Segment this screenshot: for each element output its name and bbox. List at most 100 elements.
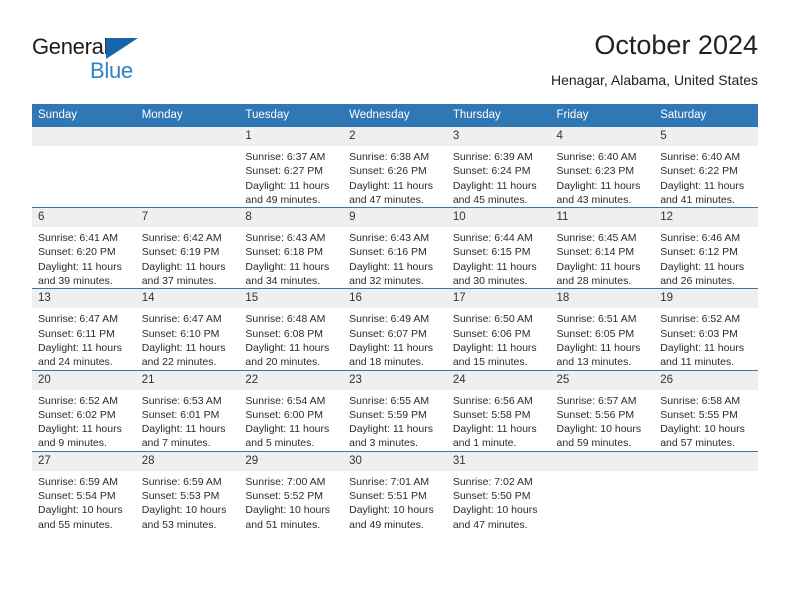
calendar-day-cell[interactable]: 16 Sunrise: 6:49 AM Sunset: 6:07 PM Dayligh… xyxy=(343,288,447,371)
sunrise-text: Sunrise: 6:37 AM xyxy=(245,151,326,163)
calendar-day-cell[interactable]: 19 Sunrise: 6:52 AM Sunset: 6:03 PM Dayligh… xyxy=(654,288,758,371)
calendar-day-cell[interactable]: 12 Sunrise: 6:46 AM Sunset: 6:12 PM Dayligh… xyxy=(654,207,758,289)
sunrise-text: Sunrise: 6:40 AM xyxy=(556,151,637,163)
daylight-text: Daylight: 10 hours and 53 minutes. xyxy=(141,504,227,531)
sunrise-text: Sunrise: 6:45 AM xyxy=(556,232,637,245)
calendar-day-cell[interactable]: 15 Sunrise: 6:48 AM Sunset: 6:08 PM Dayligh… xyxy=(239,288,344,371)
calendar-day-cell[interactable]: 6 Sunrise: 6:41 AM Sunset: 6:20 PM Daylight… xyxy=(32,207,136,289)
sunset-text: Sunset: 6:23 PM xyxy=(556,165,635,178)
calendar-page: General Blue October 2024 Henagar, Alaba… xyxy=(0,0,792,612)
sunset-text: Sunset: 6:02 PM xyxy=(38,408,116,421)
calendar-day-cell[interactable]: 25 Sunrise: 6:57 AM Sunset: 5:56 PM Dayligh… xyxy=(550,369,655,452)
calendar-day-cell[interactable]: 8 Sunrise: 6:43 AM Sunset: 6:18 PM Daylight… xyxy=(239,207,344,289)
sunset-text: Sunset: 6:05 PM xyxy=(556,327,635,340)
calendar-day-cell[interactable]: 7 Sunrise: 6:42 AM Sunset: 6:19 PM Daylight… xyxy=(135,207,240,289)
calendar-day-cell[interactable]: 24 Sunrise: 6:56 AM Sunset: 5:58 PM Dayligh… xyxy=(446,369,551,452)
calendar-day-cell-empty xyxy=(32,125,136,208)
day-number: 28 xyxy=(135,451,240,471)
logo-text-blue: Blue xyxy=(90,58,133,83)
day-number: 5 xyxy=(654,127,758,146)
day-details: Sunrise: 6:38 AM Sunset: 6:26 PM Daylight:… xyxy=(343,146,447,207)
sunrise-text: Sunrise: 6:50 AM xyxy=(452,313,533,326)
calendar-day-cell[interactable]: 5 Sunrise: 6:40 AM Sunset: 6:22 PM Daylight… xyxy=(654,125,758,208)
calendar-day-cell[interactable]: 18 Sunrise: 6:51 AM Sunset: 6:05 PM Dayligh… xyxy=(550,288,655,371)
calendar-day-cell[interactable]: 30 Sunrise: 7:01 AM Sunset: 5:51 PM Dayligh… xyxy=(343,450,447,532)
sunset-text: Sunset: 6:10 PM xyxy=(141,327,220,340)
calendar-day-cell[interactable]: 29 Sunrise: 7:00 AM Sunset: 5:52 PM Dayligh… xyxy=(239,450,344,532)
sunset-text: Sunset: 5:51 PM xyxy=(349,490,427,503)
page-subtitle: Henagar, Alabama, United States xyxy=(550,72,758,88)
daylight-text: Daylight: 11 hours and 18 minutes. xyxy=(349,341,433,369)
day-details: Sunrise: 6:40 AM Sunset: 6:23 PM Daylight:… xyxy=(551,146,655,207)
calendar-day-cell[interactable]: 20 Sunrise: 6:52 AM Sunset: 6:02 PM Dayligh… xyxy=(32,369,136,452)
calendar-day-cell[interactable]: 1 Sunrise: 6:37 AM Sunset: 6:27 PM Daylight… xyxy=(239,125,344,208)
sunset-text: Sunset: 5:53 PM xyxy=(141,490,220,503)
day-number: 18 xyxy=(550,289,655,309)
day-number: 31 xyxy=(446,451,551,471)
calendar-day-cell[interactable]: 23 Sunrise: 6:55 AM Sunset: 5:59 PM Dayligh… xyxy=(343,369,447,452)
daylight-text: Daylight: 10 hours and 49 minutes. xyxy=(349,504,434,531)
sunrise-text: Sunrise: 6:43 AM xyxy=(245,232,326,245)
sunrise-text: Sunrise: 6:47 AM xyxy=(141,313,222,326)
day-number xyxy=(550,451,655,471)
weekday-header-friday: Friday xyxy=(550,104,655,127)
sunset-text: Sunset: 6:14 PM xyxy=(556,246,635,259)
day-details: Sunrise: 6:42 AM Sunset: 6:19 PM Daylight:… xyxy=(136,227,240,288)
day-details: Sunrise: 6:59 AM Sunset: 5:54 PM Daylight:… xyxy=(32,471,136,532)
sunset-text: Sunset: 6:01 PM xyxy=(141,408,220,421)
day-details: Sunrise: 6:48 AM Sunset: 6:08 PM Daylight:… xyxy=(239,308,343,369)
calendar-day-cell[interactable]: 9 Sunrise: 6:43 AM Sunset: 6:16 PM Daylight… xyxy=(343,207,447,289)
day-details: Sunrise: 6:39 AM Sunset: 6:24 PM Daylight:… xyxy=(447,146,551,207)
day-details: Sunrise: 6:50 AM Sunset: 6:06 PM Daylight:… xyxy=(447,308,551,369)
sunset-text: Sunset: 6:19 PM xyxy=(141,246,220,259)
page-header: General Blue October 2024 Henagar, Alaba… xyxy=(32,28,758,96)
calendar-day-cell[interactable]: 22 Sunrise: 6:54 AM Sunset: 6:00 PM Dayligh… xyxy=(239,369,344,452)
calendar-day-cell[interactable]: 14 Sunrise: 6:47 AM Sunset: 6:10 PM Dayligh… xyxy=(135,288,240,371)
calendar-day-cell[interactable]: 27 Sunrise: 6:59 AM Sunset: 5:54 PM Dayligh… xyxy=(32,450,136,532)
day-details: Sunrise: 6:52 AM Sunset: 6:02 PM Daylight:… xyxy=(32,390,136,451)
calendar-day-cell[interactable]: 17 Sunrise: 6:50 AM Sunset: 6:06 PM Dayligh… xyxy=(446,288,551,371)
general-blue-logo[interactable]: General Blue xyxy=(32,34,252,90)
sunset-text: Sunset: 6:27 PM xyxy=(245,165,324,178)
sunset-text: Sunset: 6:20 PM xyxy=(38,246,116,259)
calendar-day-cell[interactable]: 3 Sunrise: 6:39 AM Sunset: 6:24 PM Daylight… xyxy=(446,125,551,208)
calendar-day-cell[interactable]: 2 Sunrise: 6:38 AM Sunset: 6:26 PM Daylight… xyxy=(343,125,447,208)
calendar-day-cell[interactable]: 28 Sunrise: 6:59 AM Sunset: 5:53 PM Dayligh… xyxy=(135,450,240,532)
sunrise-text: Sunrise: 6:49 AM xyxy=(349,313,430,326)
title-block: October 2024 Henagar, Alabama, United St… xyxy=(551,28,758,90)
day-details: Sunrise: 6:44 AM Sunset: 6:15 PM Daylight:… xyxy=(447,227,551,288)
sunrise-text: Sunrise: 7:01 AM xyxy=(349,475,430,488)
day-number: 16 xyxy=(343,289,447,309)
calendar-day-cell[interactable]: 13 Sunrise: 6:47 AM Sunset: 6:11 PM Dayligh… xyxy=(32,288,136,371)
day-details: Sunrise: 6:55 AM Sunset: 5:59 PM Daylight:… xyxy=(343,390,447,451)
calendar-day-cell[interactable]: 21 Sunrise: 6:53 AM Sunset: 6:01 PM Dayligh… xyxy=(135,369,240,452)
weekday-header-thursday: Thursday xyxy=(446,104,551,127)
calendar-day-cell[interactable]: 4 Sunrise: 6:40 AM Sunset: 6:23 PM Daylight… xyxy=(550,125,655,208)
sunset-text: Sunset: 6:22 PM xyxy=(660,165,738,178)
calendar-day-cell-empty xyxy=(654,450,758,532)
sunrise-text: Sunrise: 6:55 AM xyxy=(349,394,430,407)
day-number xyxy=(32,127,136,146)
day-number: 17 xyxy=(446,289,551,309)
sunrise-text: Sunrise: 6:54 AM xyxy=(245,394,326,407)
calendar-day-cell[interactable]: 26 Sunrise: 6:58 AM Sunset: 5:55 PM Dayligh… xyxy=(654,369,758,452)
sunrise-text: Sunrise: 6:41 AM xyxy=(38,232,118,245)
calendar-day-cell[interactable]: 10 Sunrise: 6:44 AM Sunset: 6:15 PM Dayligh… xyxy=(446,207,551,289)
daylight-text: Daylight: 11 hours and 49 minutes. xyxy=(245,179,330,206)
calendar-day-cell[interactable]: 11 Sunrise: 6:45 AM Sunset: 6:14 PM Dayligh… xyxy=(550,207,655,289)
day-number: 1 xyxy=(239,127,344,146)
daylight-text: Daylight: 11 hours and 34 minutes. xyxy=(245,260,330,288)
sunset-text: Sunset: 6:08 PM xyxy=(245,327,324,340)
day-number: 9 xyxy=(343,208,447,228)
day-number: 12 xyxy=(654,208,758,228)
sunrise-text: Sunrise: 6:53 AM xyxy=(141,394,222,407)
sunset-text: Sunset: 6:26 PM xyxy=(349,165,427,178)
daylight-text: Daylight: 10 hours and 47 minutes. xyxy=(452,504,538,531)
calendar-day-cell[interactable]: 31 Sunrise: 7:02 AM Sunset: 5:50 PM Dayligh… xyxy=(446,450,551,532)
day-number: 6 xyxy=(32,208,136,228)
day-details: Sunrise: 6:37 AM Sunset: 6:27 PM Daylight:… xyxy=(239,146,343,207)
calendar-week-row: 6 Sunrise: 6:41 AM Sunset: 6:20 PM Daylight… xyxy=(32,207,758,289)
day-details: Sunrise: 6:54 AM Sunset: 6:00 PM Daylight:… xyxy=(239,390,343,451)
sunrise-sunset-calendar: Sunday Monday Tuesday Wednesday Thursday Frid… xyxy=(32,104,758,532)
day-details: Sunrise: 6:51 AM Sunset: 6:05 PM Daylight:… xyxy=(551,308,655,369)
